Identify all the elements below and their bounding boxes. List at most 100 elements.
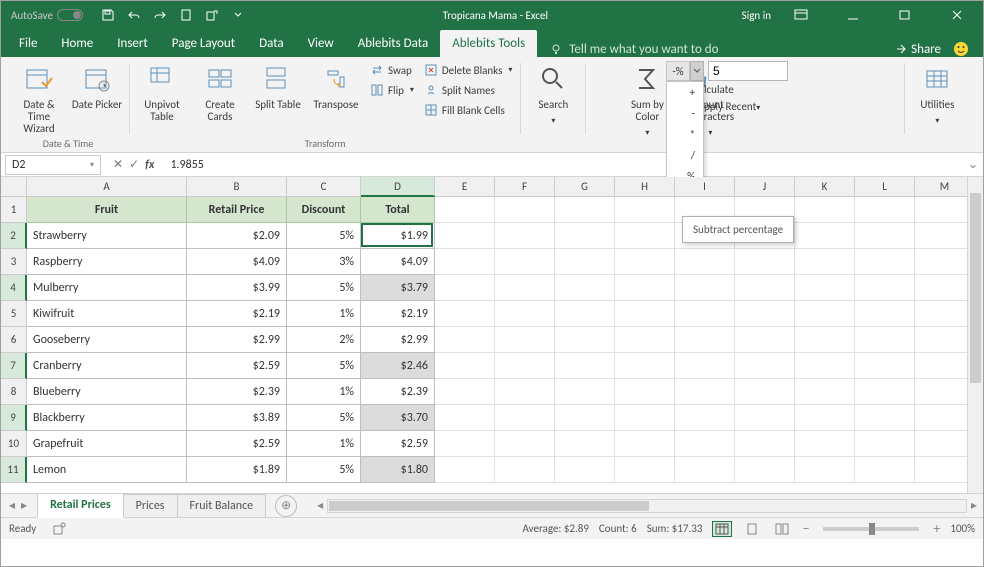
menu-file[interactable]: File bbox=[7, 30, 49, 57]
cell[interactable] bbox=[915, 405, 975, 431]
cell[interactable] bbox=[615, 457, 675, 483]
row-header-8[interactable]: 8 bbox=[1, 379, 27, 405]
cell[interactable] bbox=[675, 249, 735, 275]
cell[interactable]: Raspberry bbox=[27, 249, 187, 275]
cell[interactable] bbox=[735, 379, 795, 405]
cell[interactable] bbox=[795, 197, 855, 223]
cell[interactable] bbox=[435, 379, 495, 405]
cell[interactable] bbox=[435, 301, 495, 327]
col-header-B[interactable]: B bbox=[187, 177, 287, 197]
formula-input[interactable]: 1.9855 bbox=[162, 158, 963, 172]
cell[interactable] bbox=[675, 379, 735, 405]
name-box-dropdown-icon[interactable]: ▾ bbox=[90, 160, 94, 170]
cell[interactable] bbox=[555, 457, 615, 483]
sheet-tab-fruit-balance[interactable]: Fruit Balance bbox=[177, 494, 267, 517]
tab-nav-prev[interactable]: ◂ bbox=[7, 498, 17, 513]
zoom-in-button[interactable]: + bbox=[933, 520, 940, 537]
cell[interactable]: Mulberry bbox=[27, 275, 187, 301]
menu-data[interactable]: Data bbox=[247, 30, 296, 57]
row-header-2[interactable]: 2 bbox=[1, 223, 27, 249]
cell[interactable] bbox=[795, 353, 855, 379]
cell[interactable]: $3.99 bbox=[187, 275, 287, 301]
row-header-7[interactable]: 7 bbox=[1, 353, 27, 379]
split-table-button[interactable]: Split Table bbox=[252, 61, 304, 111]
cell[interactable] bbox=[495, 405, 555, 431]
cell[interactable] bbox=[615, 405, 675, 431]
col-header-A[interactable]: A bbox=[27, 177, 187, 197]
apply-recent-label-partial[interactable]: pply Recent▾ bbox=[704, 98, 760, 115]
cell[interactable] bbox=[855, 379, 915, 405]
unpivot-table-button[interactable]: Unpivot Table bbox=[136, 61, 188, 123]
cell[interactable]: 1% bbox=[287, 301, 361, 327]
cell[interactable] bbox=[915, 301, 975, 327]
cell[interactable] bbox=[795, 431, 855, 457]
cell[interactable] bbox=[915, 249, 975, 275]
new-file-icon[interactable] bbox=[175, 4, 197, 26]
row-header-6[interactable]: 6 bbox=[1, 327, 27, 353]
cell[interactable]: Cranberry bbox=[27, 353, 187, 379]
hscroll-right[interactable]: ▸ bbox=[971, 498, 977, 513]
calc-op-div[interactable]: / bbox=[667, 145, 703, 166]
cell[interactable] bbox=[915, 275, 975, 301]
cell[interactable] bbox=[795, 457, 855, 483]
cell[interactable]: $3.79 bbox=[361, 275, 435, 301]
cell[interactable] bbox=[675, 275, 735, 301]
cell[interactable] bbox=[735, 431, 795, 457]
row-header-11[interactable]: 11 bbox=[1, 457, 27, 483]
emoji-icon[interactable] bbox=[953, 41, 969, 57]
cell[interactable] bbox=[915, 457, 975, 483]
cell[interactable]: $2.19 bbox=[187, 301, 287, 327]
cell[interactable] bbox=[555, 431, 615, 457]
cell[interactable]: 2% bbox=[287, 327, 361, 353]
col-header-L[interactable]: L bbox=[855, 177, 915, 197]
autosave-toggle-icon[interactable] bbox=[57, 9, 83, 21]
cell[interactable]: 5% bbox=[287, 405, 361, 431]
cell[interactable] bbox=[795, 301, 855, 327]
zoom-out-button[interactable]: − bbox=[802, 520, 809, 537]
cell[interactable] bbox=[615, 327, 675, 353]
cell[interactable] bbox=[795, 379, 855, 405]
name-box[interactable]: D2 ▾ bbox=[5, 155, 101, 175]
zoom-slider[interactable] bbox=[823, 527, 919, 531]
cell[interactable] bbox=[555, 405, 615, 431]
cell[interactable]: $4.09 bbox=[187, 249, 287, 275]
hscroll-thumb[interactable] bbox=[329, 501, 649, 511]
cell[interactable] bbox=[555, 327, 615, 353]
calc-op-plus[interactable]: + bbox=[667, 82, 703, 103]
swap-button[interactable]: Swap bbox=[368, 61, 416, 79]
redo-icon[interactable] bbox=[149, 4, 171, 26]
calc-op-minus[interactable]: - bbox=[667, 103, 703, 124]
hscroll-left[interactable]: ◂ bbox=[317, 498, 323, 513]
transpose-button[interactable]: Transpose bbox=[310, 61, 362, 111]
cell[interactable] bbox=[675, 405, 735, 431]
cell[interactable] bbox=[855, 327, 915, 353]
row-header-1[interactable]: 1 bbox=[1, 197, 27, 223]
cell[interactable] bbox=[615, 353, 675, 379]
date-picker-button[interactable]: Date Picker bbox=[71, 61, 123, 111]
col-header-K[interactable]: K bbox=[795, 177, 855, 197]
cell[interactable] bbox=[435, 457, 495, 483]
cell[interactable] bbox=[495, 327, 555, 353]
cell[interactable] bbox=[855, 431, 915, 457]
col-header-C[interactable]: C bbox=[287, 177, 361, 197]
col-header-G[interactable]: G bbox=[555, 177, 615, 197]
cell[interactable] bbox=[555, 353, 615, 379]
row-header-3[interactable]: 3 bbox=[1, 249, 27, 275]
cell[interactable] bbox=[795, 327, 855, 353]
calc-value-input[interactable] bbox=[708, 61, 788, 81]
col-header-I[interactable]: I bbox=[675, 177, 735, 197]
view-normal-icon[interactable] bbox=[712, 521, 732, 537]
cell[interactable] bbox=[735, 327, 795, 353]
cell[interactable]: $2.46 bbox=[361, 353, 435, 379]
cell[interactable] bbox=[855, 223, 915, 249]
fx-icon[interactable]: fx bbox=[145, 158, 154, 172]
cell[interactable] bbox=[735, 405, 795, 431]
tell-me-search[interactable]: Tell me what you want to do bbox=[549, 42, 718, 57]
cell[interactable] bbox=[915, 327, 975, 353]
formula-bar-expand-icon[interactable]: ⌄ bbox=[963, 157, 983, 172]
cell[interactable] bbox=[675, 301, 735, 327]
cell[interactable] bbox=[675, 327, 735, 353]
cell[interactable] bbox=[855, 249, 915, 275]
cell[interactable] bbox=[435, 353, 495, 379]
cell[interactable] bbox=[735, 353, 795, 379]
